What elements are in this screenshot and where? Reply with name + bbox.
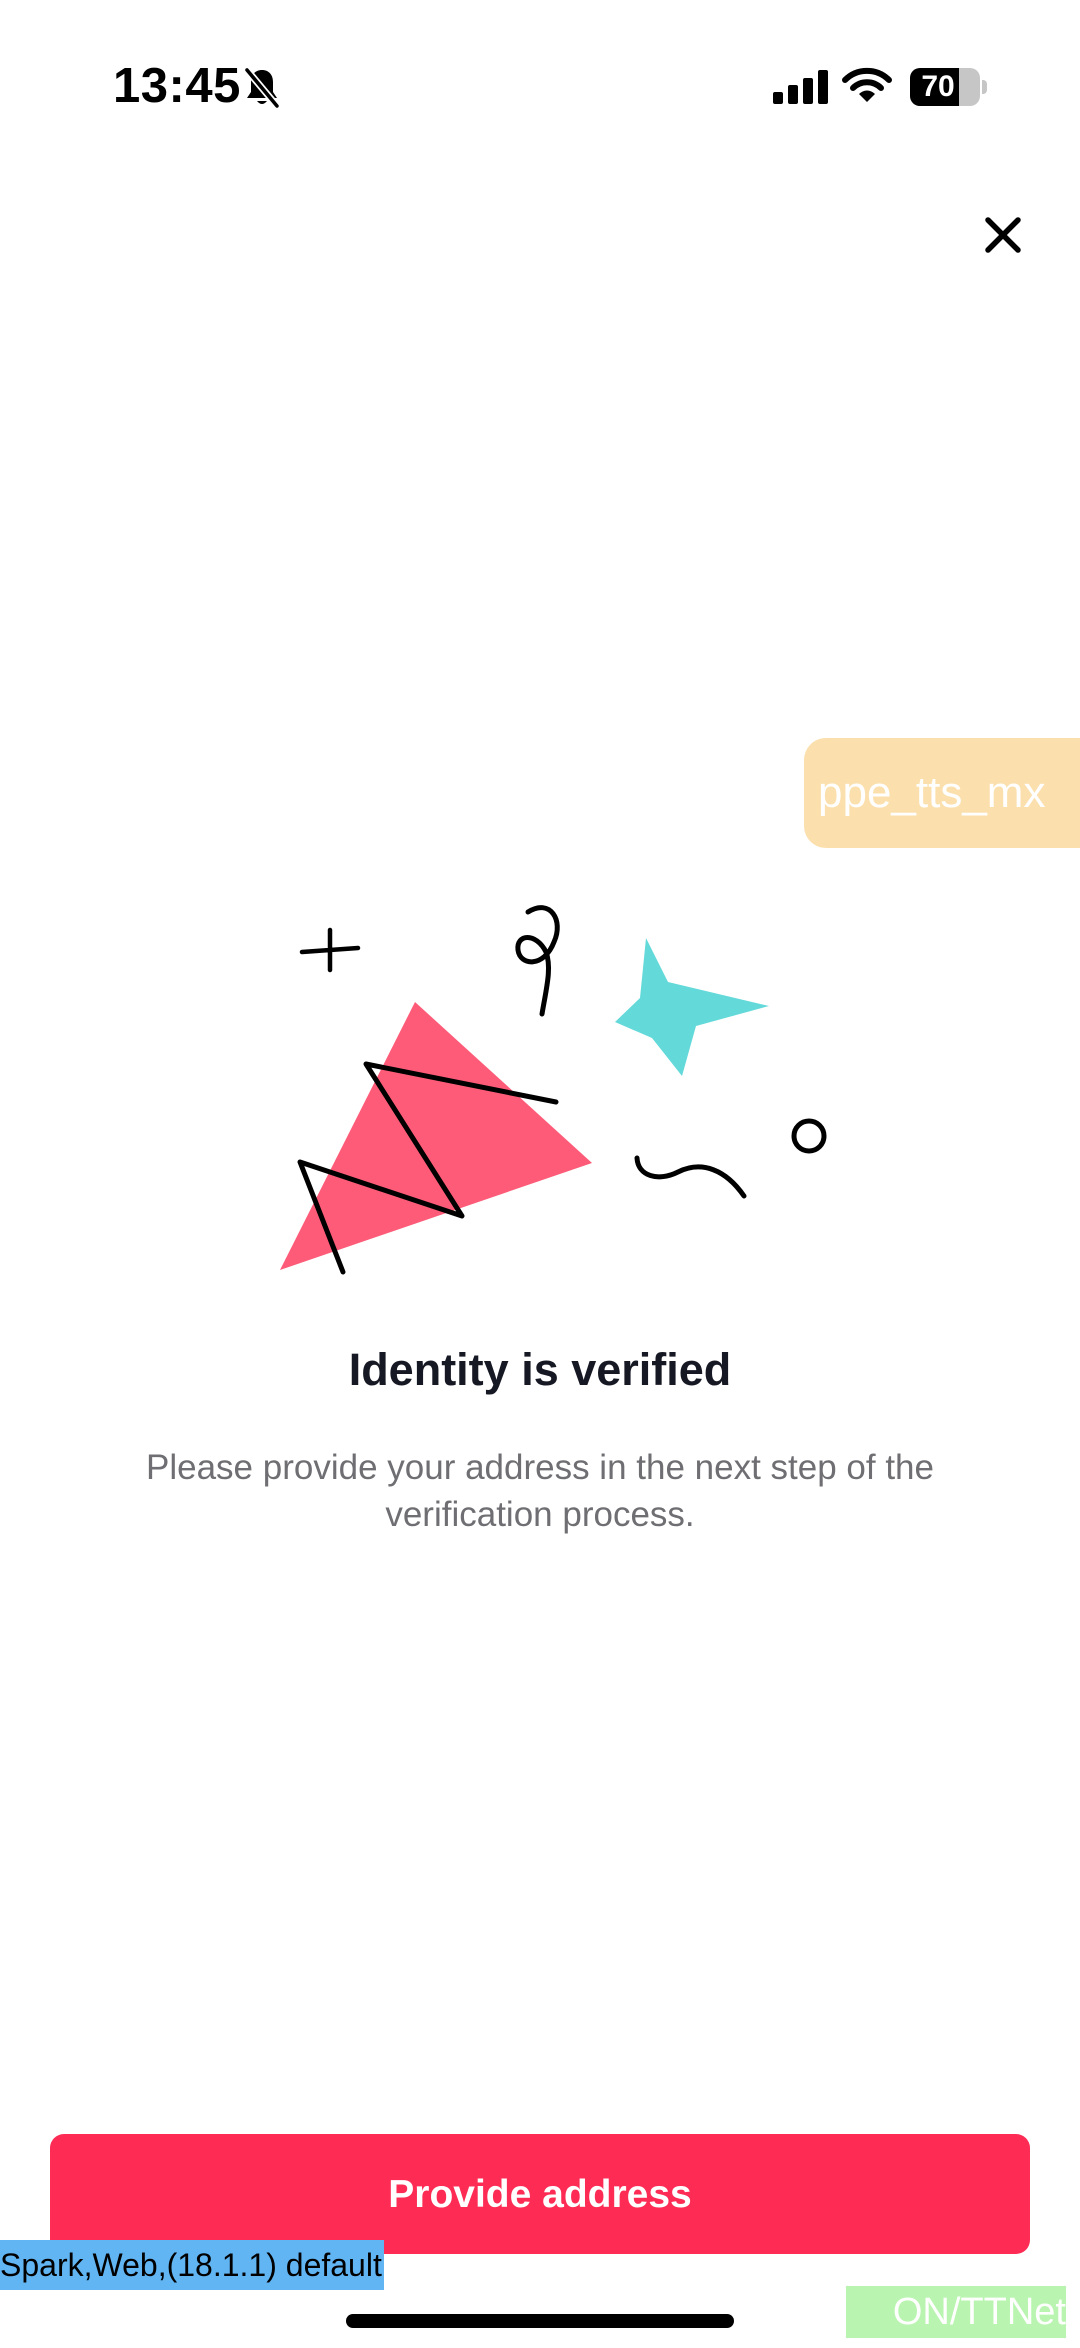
cellular-signal-icon <box>773 70 829 109</box>
network-info-label: ON/TTNet <box>846 2286 1066 2338</box>
battery-level-text: 70 <box>921 70 955 103</box>
wifi-icon <box>842 66 892 109</box>
sparkle-stroke <box>299 927 361 973</box>
battery-icon: 70 <box>910 68 980 106</box>
status-bar: 13:45 70 <box>0 0 1080 170</box>
battery-tip <box>982 80 987 94</box>
squiggle-stroke <box>634 1155 747 1199</box>
environment-badge-label: ppe_tts_mx <box>818 768 1046 817</box>
confetti-ring <box>791 1118 827 1154</box>
close-icon <box>985 217 1021 253</box>
home-indicator[interactable] <box>346 2314 734 2328</box>
provide-address-button[interactable]: Provide address <box>50 2134 1030 2254</box>
close-button[interactable] <box>968 200 1038 270</box>
page-title: Identity is verified <box>348 1344 732 1395</box>
page-subtitle: Please provide your address in the next … <box>146 1448 934 1534</box>
build-info-label: Spark,Web,(18.1.1) default <box>0 2240 384 2290</box>
bell-slash-icon <box>244 66 280 115</box>
environment-badge[interactable]: ppe_tts_mx <box>804 738 1080 848</box>
confetti-star <box>615 938 769 1076</box>
celebration-illustration <box>270 890 840 1285</box>
status-time: 13:45 <box>113 59 241 113</box>
curl-stroke <box>515 905 560 1017</box>
